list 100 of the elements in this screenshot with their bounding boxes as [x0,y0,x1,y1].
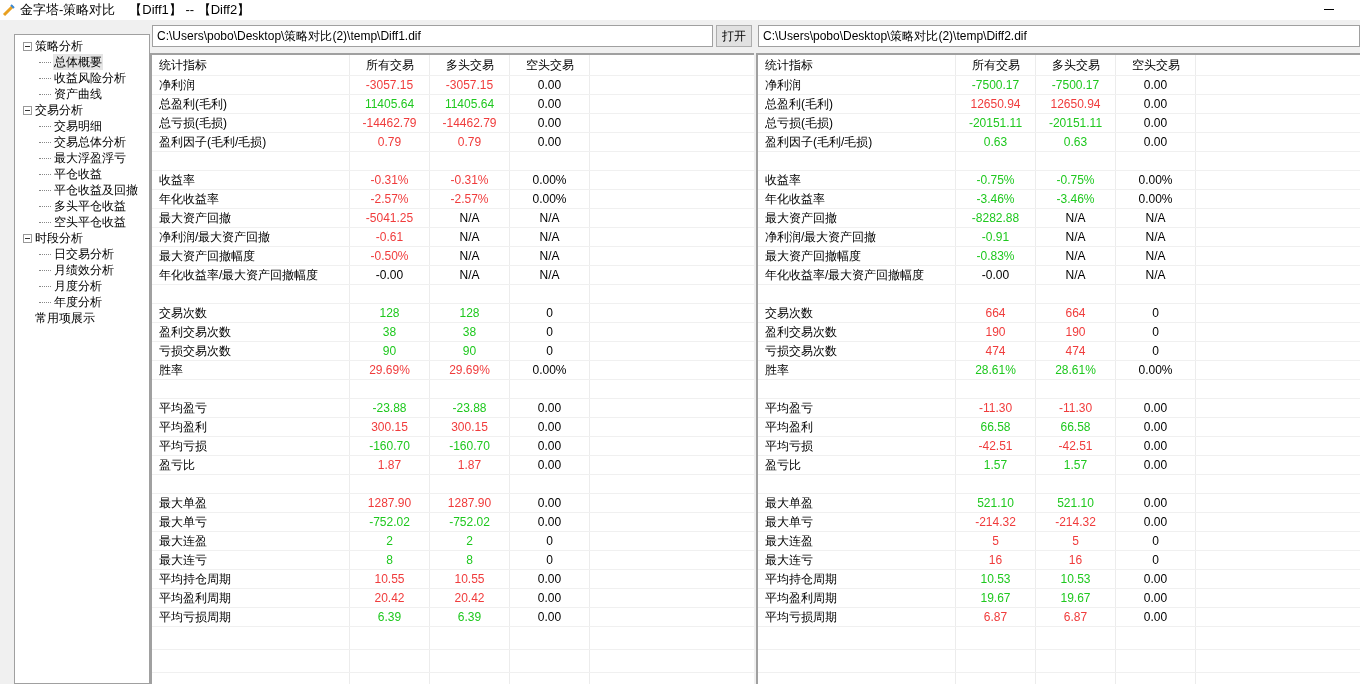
metric-label: 平均盈利周期 [159,590,231,607]
metric-value: 0.00 [1143,77,1168,94]
metric-value: 38 [462,324,477,341]
metric-value: 0.00 [1143,609,1168,626]
metric-label: 平均亏损 [159,438,207,455]
tree-item[interactable]: 月绩效分析 [53,262,115,278]
tree-item[interactable]: 平仓收益及回撤 [53,182,139,198]
metric-value: 11405.64 [364,96,415,113]
metric-label: 最大连盈 [765,533,813,550]
metric-value: 66.58 [980,419,1011,436]
metric-value: 0 [1152,552,1159,569]
metric-label: 最大连盈 [159,533,207,550]
metric-value: 0.00 [537,77,562,94]
metric-label: 最大单盈 [159,495,207,512]
metric-value: 0 [1152,324,1159,341]
tree-item[interactable]: 时段分析 [34,230,84,246]
metric-value: 128 [459,305,480,322]
metric-value: 0.00 [537,495,562,512]
metric-value: 0.00 [1143,438,1168,455]
metric-value: -2.57% [450,191,489,208]
metric-value: -214.32 [975,514,1016,531]
metric-value: -42.51 [978,438,1013,455]
tree-item[interactable]: 年度分析 [53,294,103,310]
tree-item[interactable]: 交易明细 [53,118,103,134]
metric-label: 平均亏损周期 [159,609,231,626]
metric-value: -23.88 [452,400,487,417]
metric-value: 10.53 [1060,571,1091,588]
metric-label: 平均盈利 [765,419,813,436]
column-header[interactable]: 所有交易 [971,56,1020,74]
tree-item[interactable]: 最大浮盈浮亏 [53,150,127,166]
metric-value: -0.31% [370,172,409,189]
metric-value: 474 [1065,343,1086,360]
metric-value: 1.87 [457,457,482,474]
metric-value: -160.70 [369,438,410,455]
collapse-icon[interactable] [23,233,32,243]
metric-label: 平均亏损 [765,438,813,455]
metric-value: 8 [386,552,393,569]
metric-value: 2 [386,533,393,550]
tree-item[interactable]: 空头平仓收益 [53,214,127,230]
metric-value: -3057.15 [445,77,494,94]
metric-label: 最大单亏 [765,514,813,531]
metric-value: -3.46% [976,191,1015,208]
metric-value: 10.55 [454,571,485,588]
tree-item[interactable]: 策略分析 [34,38,84,54]
metric-value: N/A [459,229,480,246]
tree-item[interactable]: 日交易分析 [53,246,115,262]
metric-value: -20151.11 [968,115,1023,132]
tree-item[interactable]: 月度分析 [53,278,103,294]
metric-label: 盈亏比 [159,457,195,474]
tree-item[interactable]: 总体概要 [53,54,103,70]
metric-value: 521.10 [1057,495,1094,512]
open-button[interactable]: 打开 [716,24,752,47]
tree-item[interactable]: 收益风险分析 [53,70,127,86]
metric-value: N/A [1145,210,1166,227]
file-path-field[interactable]: C:\Users\pobo\Desktop\策略对比(2)\temp\Diff2.dif [758,24,1360,47]
column-header[interactable]: 统计指标 [765,56,813,74]
metric-value: 0.00% [532,362,567,379]
metric-label: 最大资产回撤幅度 [159,248,255,265]
metric-value: 0.00 [537,571,562,588]
column-header[interactable]: 统计指标 [159,56,207,74]
tree-item[interactable]: 常用项展示 [34,310,96,326]
column-header[interactable]: 多头交易 [445,56,494,74]
metric-value: -0.91 [981,229,1010,246]
metric-label: 盈利交易次数 [159,324,231,341]
tree-item[interactable]: 平仓收益 [53,166,103,182]
column-header[interactable]: 空头交易 [525,56,574,74]
app-icon [2,3,16,17]
metric-value: 0.00 [1143,571,1168,588]
minimize-icon[interactable] [1324,9,1334,11]
metric-label: 胜率 [159,362,183,379]
metric-label: 总亏损(毛损) [159,115,227,132]
metric-value: 0.00 [537,400,562,417]
metric-label: 最大资产回撤 [159,210,231,227]
metric-label: 最大连亏 [159,552,207,569]
metric-value: 664 [1065,305,1086,322]
collapse-icon[interactable] [23,41,32,51]
file-path-field[interactable]: C:\Users\pobo\Desktop\策略对比(2)\temp\Diff1.dif [152,24,713,47]
metric-value: N/A [539,210,560,227]
column-header[interactable]: 所有交易 [365,56,414,74]
metric-value: 6.39 [377,609,402,626]
column-header[interactable]: 空头交易 [1131,56,1180,74]
metric-label: 最大资产回撤幅度 [765,248,861,265]
metric-value: 12650.94 [1050,96,1101,113]
metric-value: -0.00 [375,267,404,284]
metric-value: 128 [379,305,400,322]
tree-item[interactable]: 资产曲线 [53,86,103,102]
metric-value: -0.75% [1056,172,1095,189]
metric-value: N/A [1145,248,1166,265]
column-header[interactable]: 多头交易 [1051,56,1100,74]
metric-value: -7500.17 [1051,77,1100,94]
tree-item[interactable]: 交易分析 [34,102,84,118]
metric-value: -0.61 [375,229,404,246]
collapse-icon[interactable] [23,105,32,115]
tree-item[interactable]: 交易总体分析 [53,134,127,150]
metric-value: N/A [1065,267,1086,284]
metric-label: 净利润 [159,77,195,94]
metric-value: 20.42 [374,590,405,607]
metric-value: 0 [1152,305,1159,322]
tree-item[interactable]: 多头平仓收益 [53,198,127,214]
metric-value: 190 [1065,324,1086,341]
